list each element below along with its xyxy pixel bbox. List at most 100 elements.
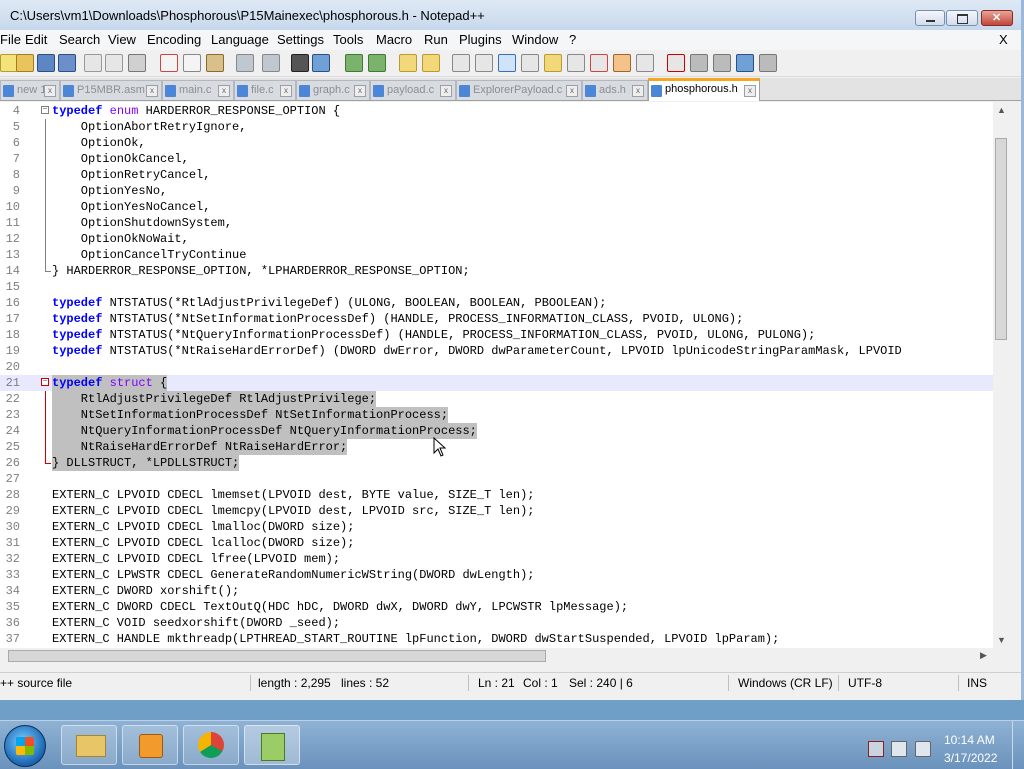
clock-date[interactable]: 3/17/2022 bbox=[944, 751, 997, 765]
horizontal-scroll-thumb[interactable] bbox=[8, 650, 546, 662]
code-line[interactable]: 31 EXTERN_C LPVOID CDECL lcalloc(DWORD si… bbox=[0, 535, 993, 551]
menu-file[interactable]: File bbox=[0, 32, 21, 47]
code-line[interactable]: 19 typedef NTSTATUS(*NtRaiseHardErrorDef)… bbox=[0, 343, 993, 359]
code-line[interactable]: 16 typedef NTSTATUS(*RtlAdjustPrivilegeDe… bbox=[0, 295, 993, 311]
menu-macro[interactable]: Macro bbox=[376, 32, 412, 47]
record-macro-icon[interactable] bbox=[667, 54, 685, 72]
tab-ads-h[interactable]: ads.h x bbox=[582, 80, 648, 100]
menu-run[interactable]: Run bbox=[424, 32, 448, 47]
tab-close-icon[interactable]: x bbox=[280, 85, 292, 97]
code-line[interactable]: 17 typedef NTSTATUS(*NtSetInformationProc… bbox=[0, 311, 993, 327]
word-wrap-icon[interactable] bbox=[452, 54, 470, 72]
stop-macro-icon[interactable] bbox=[690, 54, 708, 72]
save-all-icon[interactable] bbox=[58, 54, 76, 72]
tab-payload-c[interactable]: payload.c x bbox=[370, 80, 456, 100]
volume-icon[interactable] bbox=[915, 741, 931, 757]
code-line[interactable]: 5 OptionAbortRetryIgnore, bbox=[0, 119, 993, 135]
title-bar[interactable]: C:\Users\vm1\Downloads\Phosphorous\P15Ma… bbox=[0, 0, 1021, 30]
menu-help[interactable]: ? bbox=[569, 32, 576, 47]
code-line[interactable]: 26} DLLSTRUCT, *LPDLLSTRUCT; bbox=[0, 455, 993, 471]
scroll-right-icon[interactable]: ▶ bbox=[980, 650, 987, 661]
paste-icon[interactable] bbox=[206, 54, 224, 72]
tab-close-icon[interactable]: x bbox=[632, 85, 644, 97]
replace-icon[interactable] bbox=[312, 54, 330, 72]
tab-graph-c[interactable]: graph.c x bbox=[296, 80, 370, 100]
show-desktop-button[interactable] bbox=[1012, 721, 1024, 769]
tab-close-icon[interactable]: x bbox=[218, 85, 230, 97]
close-document-x[interactable]: X bbox=[999, 32, 1008, 47]
code-line[interactable]: 13 OptionCancelTryContinue bbox=[0, 247, 993, 263]
menu-encoding[interactable]: Encoding bbox=[147, 32, 201, 47]
tab-close-icon[interactable]: x bbox=[44, 85, 56, 97]
folder-workspace-icon[interactable] bbox=[590, 54, 608, 72]
tab-close-icon[interactable]: x bbox=[146, 85, 158, 97]
menu-search[interactable]: Search bbox=[59, 32, 100, 47]
code-line[interactable]: 22 RtlAdjustPrivilegeDef RtlAdjustPrivil… bbox=[0, 391, 993, 407]
code-line[interactable]: 4 − typedef enum HARDERROR_RESPONSE_OPTION… bbox=[0, 103, 993, 119]
redo-icon[interactable] bbox=[262, 54, 280, 72]
find-icon[interactable] bbox=[291, 54, 309, 72]
monitoring-icon[interactable] bbox=[636, 54, 654, 72]
fold-collapse-icon[interactable]: − bbox=[40, 375, 51, 391]
media-player-taskbar-button[interactable] bbox=[122, 725, 178, 765]
code-line[interactable]: 15 bbox=[0, 279, 993, 295]
code-line[interactable]: 29 EXTERN_C LPVOID CDECL lmemcpy(LPVOID d… bbox=[0, 503, 993, 519]
save-icon[interactable] bbox=[37, 54, 55, 72]
code-line[interactable]: 30 EXTERN_C LPVOID CDECL lmalloc(DWORD si… bbox=[0, 519, 993, 535]
sync-horizontal-icon[interactable] bbox=[422, 54, 440, 72]
code-line[interactable]: 8 OptionRetryCancel, bbox=[0, 167, 993, 183]
scroll-down-icon[interactable]: ▼ bbox=[997, 635, 1006, 645]
tab-close-icon[interactable]: x bbox=[440, 85, 452, 97]
code-line[interactable]: 9 OptionYesNo, bbox=[0, 183, 993, 199]
menu-language[interactable]: Language bbox=[211, 32, 269, 47]
function-list-icon[interactable] bbox=[567, 54, 585, 72]
project-panel-icon[interactable] bbox=[613, 54, 631, 72]
menu-settings[interactable]: Settings bbox=[277, 32, 324, 47]
horizontal-scrollbar[interactable]: ▶ bbox=[0, 648, 993, 664]
code-line[interactable]: 20 bbox=[0, 359, 993, 375]
vertical-scroll-thumb[interactable] bbox=[995, 138, 1007, 340]
code-line[interactable]: 11 OptionShutdownSystem, bbox=[0, 215, 993, 231]
run-macro-multiple-icon[interactable] bbox=[736, 54, 754, 72]
scroll-up-icon[interactable]: ▲ bbox=[997, 105, 1006, 115]
clock-time[interactable]: 10:14 AM bbox=[944, 733, 995, 747]
zoom-in-icon[interactable] bbox=[345, 54, 363, 72]
fold-collapse-icon[interactable]: − bbox=[40, 103, 51, 119]
code-line[interactable]: 21 − typedef struct { bbox=[0, 375, 993, 391]
zoom-out-icon[interactable] bbox=[368, 54, 386, 72]
network-icon[interactable] bbox=[891, 741, 907, 757]
tab-p15mbr-asm[interactable]: P15MBR.asm x bbox=[60, 80, 162, 100]
code-line[interactable]: 14} HARDERROR_RESPONSE_OPTION, *LPHARDER… bbox=[0, 263, 993, 279]
code-line[interactable]: 35 EXTERN_C DWORD CDECL TextOutQ(HDC hDC,… bbox=[0, 599, 993, 615]
code-line[interactable]: 12 OptionOkNoWait, bbox=[0, 231, 993, 247]
maximize-button[interactable] bbox=[946, 10, 978, 26]
menu-tools[interactable]: Tools bbox=[333, 32, 363, 47]
tab-main-c[interactable]: main.c x bbox=[162, 80, 234, 100]
code-line[interactable]: 6 OptionOk, bbox=[0, 135, 993, 151]
action-center-icon[interactable] bbox=[868, 741, 884, 757]
close-button[interactable] bbox=[981, 10, 1013, 26]
cut-icon[interactable] bbox=[160, 54, 178, 72]
code-line[interactable]: 36 EXTERN_C VOID seedxorshift(DWORD _seed… bbox=[0, 615, 993, 631]
code-line[interactable]: 23 NtSetInformationProcessDef NtSetInfor… bbox=[0, 407, 993, 423]
undo-icon[interactable] bbox=[236, 54, 254, 72]
code-line[interactable]: 10 OptionYesNoCancel, bbox=[0, 199, 993, 215]
tab-close-icon[interactable]: x bbox=[744, 85, 756, 97]
code-line[interactable]: 24 NtQueryInformationProcessDef NtQueryI… bbox=[0, 423, 993, 439]
tab-explorerpayload-c[interactable]: ExplorerPayload.c x bbox=[456, 80, 582, 100]
minimize-button[interactable] bbox=[915, 10, 945, 26]
doc-map-icon[interactable] bbox=[544, 54, 562, 72]
tab-file-c[interactable]: file.c x bbox=[234, 80, 296, 100]
code-line[interactable]: 37 EXTERN_C HANDLE mkthreadp(LPTHREAD_STA… bbox=[0, 631, 993, 647]
tab-close-icon[interactable]: x bbox=[354, 85, 366, 97]
user-lang-icon[interactable] bbox=[521, 54, 539, 72]
close-file-icon[interactable] bbox=[84, 54, 102, 72]
code-line[interactable]: 7 OptionOkCancel, bbox=[0, 151, 993, 167]
code-line[interactable]: 34 EXTERN_C DWORD xorshift(); bbox=[0, 583, 993, 599]
tab-new-1[interactable]: new 1x bbox=[0, 80, 60, 100]
code-line[interactable]: 28 EXTERN_C LPVOID CDECL lmemset(LPVOID d… bbox=[0, 487, 993, 503]
vertical-scrollbar[interactable]: ▲ ▼ bbox=[993, 102, 1009, 648]
print-icon[interactable] bbox=[128, 54, 146, 72]
save-macro-icon[interactable] bbox=[759, 54, 777, 72]
open-file-icon[interactable] bbox=[16, 54, 34, 72]
